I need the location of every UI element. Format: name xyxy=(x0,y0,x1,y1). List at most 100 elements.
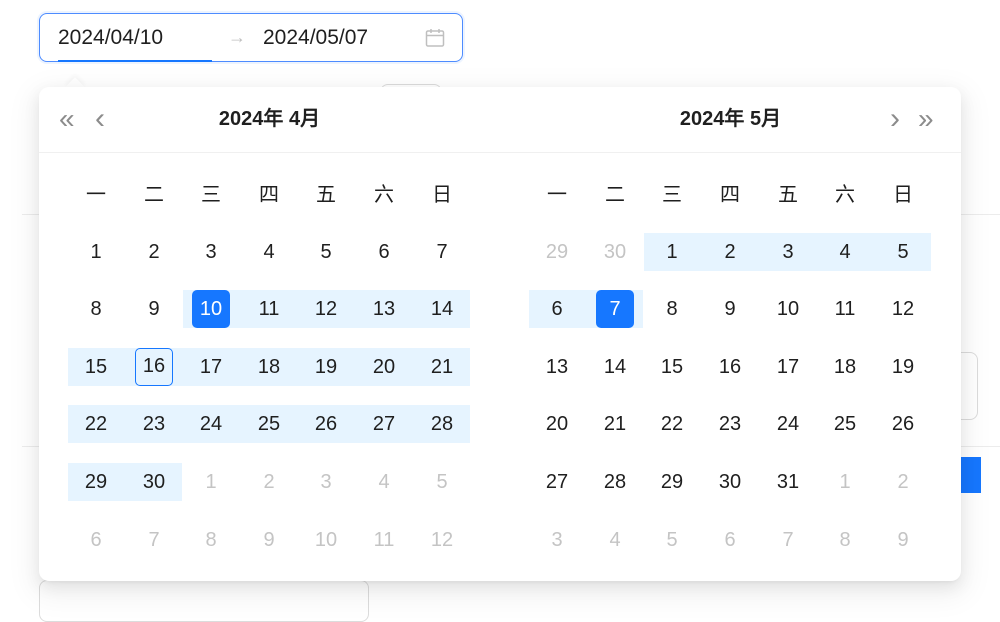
date-cell[interactable]: 21 xyxy=(423,348,461,386)
date-cell[interactable]: 28 xyxy=(596,463,634,501)
date-cell[interactable]: 14 xyxy=(596,348,634,386)
date-cell[interactable]: 8 xyxy=(192,521,230,559)
date-cell[interactable]: 30 xyxy=(596,233,634,271)
date-cell[interactable]: 2 xyxy=(711,233,749,271)
date-cell[interactable]: 10 xyxy=(769,290,807,328)
date-cell[interactable]: 20 xyxy=(365,348,403,386)
double-chevron-right-icon[interactable]: » xyxy=(918,87,934,152)
date-cell[interactable]: 12 xyxy=(884,290,922,328)
date-cell[interactable]: 9 xyxy=(711,290,749,328)
date-cell[interactable]: 23 xyxy=(711,405,749,443)
date-cell[interactable]: 26 xyxy=(307,405,345,443)
date-cell[interactable]: 1 xyxy=(653,233,691,271)
date-cell[interactable]: 6 xyxy=(711,521,749,559)
date-cell[interactable]: 3 xyxy=(192,233,230,271)
date-cell[interactable]: 2 xyxy=(250,463,288,501)
date-cell[interactable]: 12 xyxy=(307,290,345,328)
date-cell[interactable]: 10 xyxy=(307,521,345,559)
date-cell[interactable]: 30 xyxy=(711,463,749,501)
range-start-input[interactable]: 2024/04/10 xyxy=(58,14,163,61)
date-cell[interactable]: 31 xyxy=(769,463,807,501)
date-cell[interactable]: 28 xyxy=(423,405,461,443)
date-cell[interactable]: 2 xyxy=(884,463,922,501)
date-cell[interactable]: 6 xyxy=(365,233,403,271)
date-cell[interactable]: 24 xyxy=(192,405,230,443)
date-cell[interactable]: 17 xyxy=(769,348,807,386)
date-range-input[interactable]: 2024/04/10 → 2024/05/07 xyxy=(39,13,463,62)
date-cell[interactable]: 5 xyxy=(423,463,461,501)
date-cell[interactable]: 11 xyxy=(250,290,288,328)
date-cell[interactable]: 11 xyxy=(365,521,403,559)
weekday-header: 一 xyxy=(547,184,567,206)
date-cell[interactable]: 18 xyxy=(826,348,864,386)
date-cell[interactable]: 29 xyxy=(538,233,576,271)
date-cell[interactable]: 29 xyxy=(77,463,115,501)
weekday-header: 六 xyxy=(835,184,855,206)
range-end-input[interactable]: 2024/05/07 xyxy=(263,14,368,61)
weekday-header: 日 xyxy=(432,184,452,206)
date-cell[interactable]: 8 xyxy=(77,290,115,328)
date-cell[interactable]: 3 xyxy=(769,233,807,271)
date-cell[interactable]: 5 xyxy=(653,521,691,559)
date-cell[interactable]: 19 xyxy=(884,348,922,386)
background-selected-chip xyxy=(961,457,981,493)
date-cell[interactable]: 15 xyxy=(653,348,691,386)
date-cell[interactable]: 8 xyxy=(653,290,691,328)
date-cell[interactable]: 27 xyxy=(365,405,403,443)
date-cell[interactable]: 25 xyxy=(826,405,864,443)
date-cell[interactable]: 13 xyxy=(365,290,403,328)
date-cell[interactable]: 4 xyxy=(365,463,403,501)
today-date-cell[interactable]: 16 xyxy=(135,348,173,386)
date-cell[interactable]: 1 xyxy=(77,233,115,271)
date-cell[interactable]: 17 xyxy=(192,348,230,386)
date-cell[interactable]: 7 xyxy=(769,521,807,559)
date-cell[interactable]: 4 xyxy=(250,233,288,271)
date-cell[interactable]: 20 xyxy=(538,405,576,443)
date-cell[interactable]: 4 xyxy=(826,233,864,271)
date-cell[interactable]: 29 xyxy=(653,463,691,501)
date-cell[interactable]: 26 xyxy=(884,405,922,443)
date-cell[interactable]: 14 xyxy=(423,290,461,328)
date-cell[interactable]: 15 xyxy=(77,348,115,386)
date-cell[interactable]: 7 xyxy=(135,521,173,559)
weekday-header: 二 xyxy=(605,184,625,206)
date-cell[interactable]: 5 xyxy=(307,233,345,271)
date-cell[interactable]: 25 xyxy=(250,405,288,443)
date-cell[interactable]: 1 xyxy=(826,463,864,501)
date-cell[interactable]: 18 xyxy=(250,348,288,386)
range-picker-dropdown: « ‹ 2024年 4月 2024年 5月 › » 一二三四五六日1234567… xyxy=(39,87,961,581)
weekday-header: 五 xyxy=(316,184,336,206)
date-cell[interactable]: 9 xyxy=(135,290,173,328)
date-cell[interactable]: 30 xyxy=(135,463,173,501)
date-cell[interactable]: 6 xyxy=(538,290,576,328)
date-cell[interactable]: 11 xyxy=(826,290,864,328)
date-cell[interactable]: 1 xyxy=(192,463,230,501)
date-cell[interactable]: 9 xyxy=(884,521,922,559)
date-cell[interactable]: 13 xyxy=(538,348,576,386)
date-cell[interactable]: 8 xyxy=(826,521,864,559)
date-cell[interactable]: 2 xyxy=(135,233,173,271)
weekday-header: 一 xyxy=(86,184,106,206)
weekday-header: 三 xyxy=(662,184,682,206)
date-cell[interactable]: 6 xyxy=(77,521,115,559)
chevron-right-icon[interactable]: › xyxy=(890,87,900,152)
date-cell[interactable]: 5 xyxy=(884,233,922,271)
date-cell[interactable]: 3 xyxy=(307,463,345,501)
date-cell[interactable]: 3 xyxy=(538,521,576,559)
date-cell[interactable]: 19 xyxy=(307,348,345,386)
date-cell[interactable]: 21 xyxy=(596,405,634,443)
date-cell[interactable]: 9 xyxy=(250,521,288,559)
date-cell[interactable]: 22 xyxy=(653,405,691,443)
date-cell[interactable]: 24 xyxy=(769,405,807,443)
date-cell[interactable]: 7 xyxy=(423,233,461,271)
date-cell[interactable]: 22 xyxy=(77,405,115,443)
date-cell[interactable]: 12 xyxy=(423,521,461,559)
left-panel-title[interactable]: 2024年 4月 xyxy=(39,87,500,152)
date-cell[interactable]: 27 xyxy=(538,463,576,501)
date-cell[interactable]: 16 xyxy=(711,348,749,386)
date-cell[interactable]: 4 xyxy=(596,521,634,559)
calendar-icon[interactable] xyxy=(425,28,445,48)
range-start-date-cell[interactable]: 10 xyxy=(192,290,230,328)
range-end-date-cell[interactable]: 7 xyxy=(596,290,634,328)
date-cell[interactable]: 23 xyxy=(135,405,173,443)
